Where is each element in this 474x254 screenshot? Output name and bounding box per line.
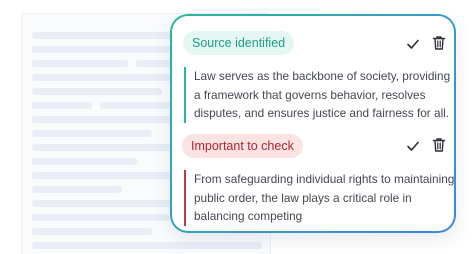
source-identified-badge: Source identified <box>183 31 295 55</box>
quote-line: From safeguarding individual rights to m… <box>194 172 455 186</box>
trash-icon[interactable] <box>431 35 447 51</box>
placeholder-line <box>32 32 182 39</box>
quote-line: Law serves as the backbone of society, p… <box>194 69 451 83</box>
trash-icon-graphic <box>432 36 446 50</box>
quote-line: disputes, and ensures justice and fairne… <box>194 106 450 120</box>
trash-icon[interactable] <box>431 137 447 153</box>
check-icon-graphic <box>407 39 419 49</box>
check-icon-graphic <box>407 141 419 151</box>
placeholder-line <box>32 228 152 235</box>
stage: Source identified Law serves as the back… <box>0 0 474 254</box>
placeholder-line <box>32 200 182 207</box>
placeholder-line <box>32 116 177 123</box>
placeholder-line <box>100 102 180 109</box>
quote-line: balancing competing <box>194 209 303 223</box>
placeholder-line <box>32 172 180 179</box>
quote-line: public order, the law plays a critical r… <box>194 190 412 205</box>
review-card-body: Source identified Law serves as the back… <box>172 16 454 231</box>
placeholder-line <box>32 102 92 109</box>
placeholder-line <box>32 60 128 67</box>
placeholder-line <box>32 144 182 151</box>
placeholder-line <box>32 214 170 221</box>
placeholder-line <box>32 242 262 249</box>
placeholder-line <box>32 158 137 165</box>
placeholder-line <box>32 130 152 137</box>
review-card: Source identified Law serves as the back… <box>170 14 456 233</box>
placeholder-line <box>32 74 180 81</box>
placeholder-line <box>32 46 172 53</box>
quote-line: a framework that governs behavior, resol… <box>194 87 426 102</box>
source-quote: Law serves as the backbone of society, p… <box>184 67 451 123</box>
check-icon[interactable] <box>405 36 421 52</box>
flagged-quote: From safeguarding individual rights to m… <box>184 170 455 226</box>
check-icon[interactable] <box>405 138 421 154</box>
trash-icon-graphic <box>432 138 446 152</box>
important-to-check-badge: Important to check <box>182 134 303 158</box>
placeholder-line <box>32 88 162 95</box>
placeholder-line <box>32 186 122 193</box>
